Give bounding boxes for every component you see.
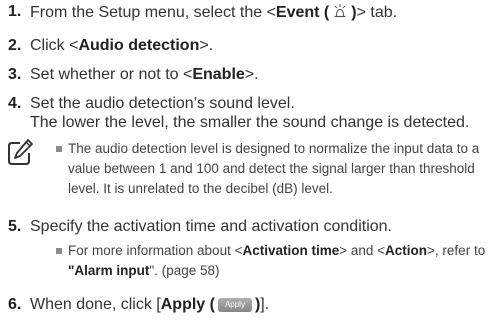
bullet-text: For more information about < xyxy=(68,243,243,258)
step-text: When done, click [ xyxy=(30,296,161,313)
step-text: > tab. xyxy=(356,4,398,21)
audio-detection-label: Audio detection xyxy=(78,37,200,54)
step-6-text: When done, click [Apply (Apply)]. xyxy=(30,296,269,314)
step-text: >. xyxy=(244,66,259,83)
note-pencil-icon xyxy=(8,139,33,165)
step-number: 4. xyxy=(8,95,22,112)
note-line: value between 1 and 100 and detect the s… xyxy=(68,161,475,176)
step-5-bullet-line-2: "Alarm input". (page 58) xyxy=(68,263,220,279)
note-line: level. It is unrelated to the decibel (d… xyxy=(68,181,333,196)
event-alarm-icon xyxy=(334,4,346,18)
step-4-text: Set the audio detection’s sound level. xyxy=(30,95,295,112)
bullet-marker xyxy=(56,248,62,254)
bullet-text: > and < xyxy=(339,243,386,258)
apply-label: Apply ( xyxy=(160,296,215,313)
step-3-text: Set whether or not to <Enable>. xyxy=(30,66,259,84)
step-text: Click < xyxy=(30,37,79,54)
bullet-marker xyxy=(56,146,62,152)
apply-button-illustration: Apply xyxy=(217,298,252,312)
step-number: 1. xyxy=(8,3,22,20)
step-text: From the Setup menu, select the < xyxy=(30,4,276,21)
step-5-text: Specify the activation time and activati… xyxy=(30,218,392,235)
bullet-text: >, refer to xyxy=(427,243,486,258)
step-number: 3. xyxy=(8,66,22,83)
step-2-text: Click <Audio detection>. xyxy=(30,37,213,55)
step-text: Set whether or not to < xyxy=(30,66,193,83)
enable-label: Enable xyxy=(192,66,245,83)
step-1-text: From the Setup menu, select the <Event (… xyxy=(30,3,397,22)
event-tab-label: Event ( xyxy=(275,4,330,21)
step-4-detail: The lower the level, the smaller the sou… xyxy=(30,114,470,131)
step-number: 5. xyxy=(8,218,22,235)
action-label: Action xyxy=(385,243,428,258)
note-line: The audio detection level is designed to… xyxy=(68,141,480,156)
activation-time-label: Activation time xyxy=(242,243,340,258)
step-number: 6. xyxy=(8,296,22,313)
step-text: ]. xyxy=(260,296,270,313)
alarm-input-label: Alarm input xyxy=(74,263,150,278)
step-text: >. xyxy=(199,37,214,54)
step-number: 2. xyxy=(8,37,22,54)
page-reference: ". (page 58) xyxy=(149,263,220,278)
step-5-bullet-line-1: For more information about <Activation t… xyxy=(68,243,485,259)
